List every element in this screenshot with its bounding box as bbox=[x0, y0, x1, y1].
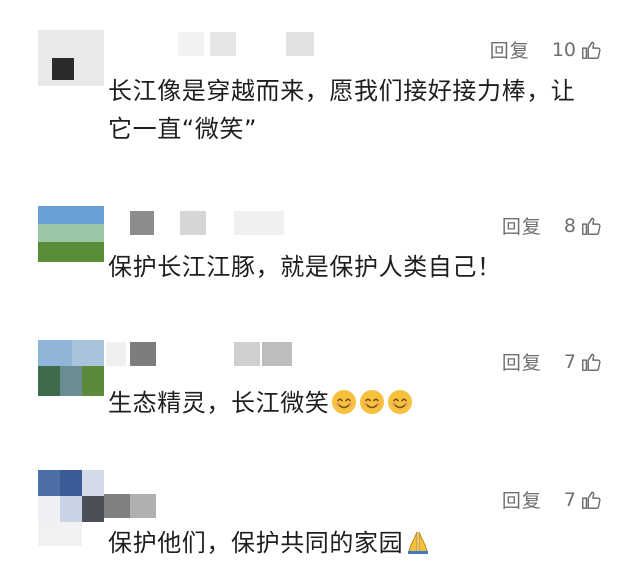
thumbs-up-icon[interactable] bbox=[580, 489, 602, 511]
username[interactable] bbox=[178, 32, 328, 56]
reply-button[interactable]: 回复 bbox=[502, 486, 542, 513]
comment-text: 保护他们，保护共同的家园 bbox=[108, 529, 404, 557]
avatar[interactable] bbox=[38, 30, 104, 86]
like-count: 10 bbox=[551, 38, 576, 61]
thumbs-up-icon[interactable] bbox=[580, 39, 602, 61]
thumbs-up-icon[interactable] bbox=[580, 351, 602, 373]
comment-text-row: 保护他们，保护共同的家园 bbox=[108, 524, 598, 562]
comment-text: 保护长江江豚，就是保护人类自己！ bbox=[108, 253, 502, 281]
folded-hands-icon bbox=[408, 531, 429, 554]
reply-button[interactable]: 回复 bbox=[490, 36, 530, 63]
thumbs-up-icon[interactable] bbox=[580, 215, 602, 237]
avatar[interactable] bbox=[38, 340, 104, 396]
comment-text: 长江像是穿越而来，愿我们接好接力棒，让它一直“微笑” bbox=[108, 77, 576, 143]
username[interactable] bbox=[106, 342, 306, 366]
smiling-face-icon bbox=[360, 390, 385, 414]
smiling-face-icon bbox=[388, 390, 413, 414]
like-count: 8 bbox=[563, 214, 576, 237]
comment-actions: 回复 7 bbox=[502, 348, 602, 375]
username[interactable] bbox=[130, 211, 290, 235]
username[interactable] bbox=[104, 494, 184, 518]
reply-button[interactable]: 回复 bbox=[502, 212, 542, 239]
reply-button[interactable]: 回复 bbox=[502, 348, 542, 375]
like-count: 7 bbox=[563, 488, 576, 511]
comment-actions: 回复 8 bbox=[502, 212, 602, 239]
comment-actions: 回复 7 bbox=[502, 486, 602, 513]
comment-text-row: 生态精灵，长江微笑 bbox=[108, 384, 598, 422]
comment-actions: 回复 10 bbox=[490, 36, 602, 63]
smiling-face-icon bbox=[332, 390, 357, 414]
avatar[interactable] bbox=[38, 206, 104, 262]
like-count: 7 bbox=[563, 350, 576, 373]
comment-text: 生态精灵，长江微笑 bbox=[108, 389, 330, 417]
avatar[interactable] bbox=[38, 470, 104, 550]
